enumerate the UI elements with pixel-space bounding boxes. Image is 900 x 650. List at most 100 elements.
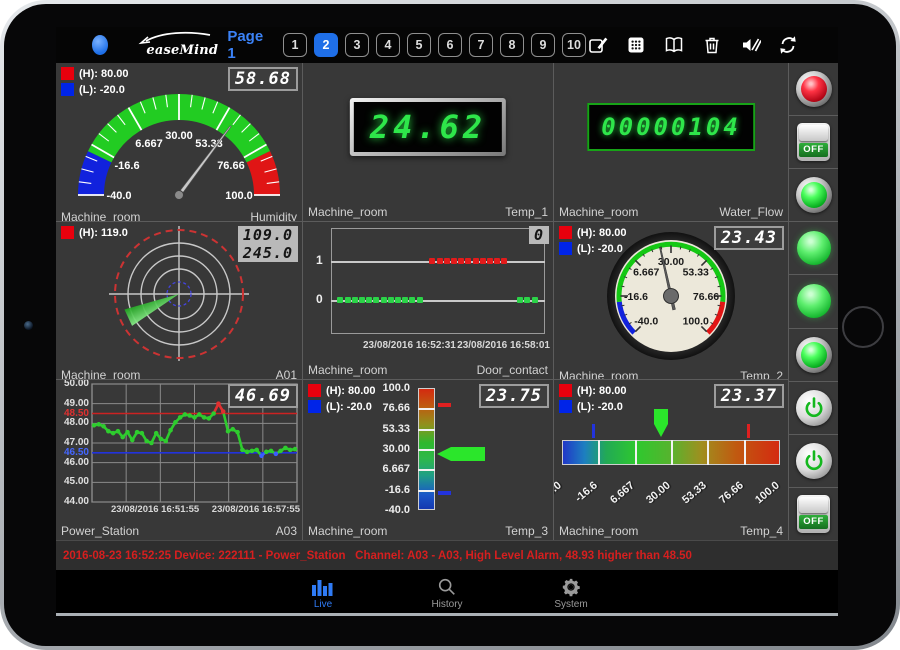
bottom-nav: Live History System bbox=[56, 570, 838, 616]
rocker-switch-off[interactable]: OFF bbox=[797, 495, 830, 533]
nav-tab-history[interactable]: History bbox=[415, 577, 479, 610]
indicator-cell-2[interactable]: OFF bbox=[789, 116, 838, 168]
panel-location: Machine_room bbox=[61, 210, 140, 221]
home-button[interactable] bbox=[842, 306, 884, 348]
page-label: Page 1 bbox=[227, 28, 267, 62]
svg-text:76.66: 76.66 bbox=[217, 160, 245, 172]
page-button-5[interactable]: 5 bbox=[407, 33, 431, 57]
power-button[interactable] bbox=[796, 443, 832, 479]
scale-separator bbox=[418, 449, 435, 451]
timestamp-end: 23/08/2016 16:57:55 bbox=[212, 504, 300, 515]
value-pointer bbox=[653, 408, 669, 443]
power-button[interactable] bbox=[796, 390, 832, 426]
indicator-cell-1 bbox=[789, 63, 838, 115]
page-button-6[interactable]: 6 bbox=[438, 33, 462, 57]
scale-separator bbox=[744, 440, 746, 465]
rocker-switch-off[interactable]: OFF bbox=[797, 123, 830, 161]
nav-label: Live bbox=[314, 599, 332, 610]
app-logo: easeMind bbox=[136, 31, 205, 59]
state-marker bbox=[524, 297, 530, 303]
svg-text:6.667: 6.667 bbox=[135, 138, 163, 150]
led-green-indicator bbox=[797, 284, 831, 318]
svg-text:100.0: 100.0 bbox=[225, 190, 253, 202]
page-button-7[interactable]: 7 bbox=[469, 33, 493, 57]
state-marker bbox=[366, 297, 372, 303]
temp1-lcd-display: 24.62 bbox=[350, 98, 506, 156]
temp4-legend: (H): 80.00 (L): -20.0 bbox=[559, 384, 627, 413]
panel-location: Machine_room bbox=[308, 524, 387, 538]
temp3-legend: (H): 80.00 (L): -20.0 bbox=[308, 384, 376, 413]
toolbar-icons bbox=[586, 33, 800, 57]
edit-icon[interactable] bbox=[586, 33, 610, 57]
scale-label: -16.6 bbox=[303, 484, 410, 496]
state-marker bbox=[409, 297, 415, 303]
keypad-icon[interactable] bbox=[624, 33, 648, 57]
y-axis-label: 44.00 bbox=[56, 496, 89, 507]
y-axis-label: 0 bbox=[316, 292, 323, 306]
y-axis-label: 45.00 bbox=[56, 476, 89, 487]
led-green-indicator bbox=[797, 231, 831, 265]
page-button-8[interactable]: 8 bbox=[500, 33, 524, 57]
scale-separator bbox=[418, 408, 435, 410]
page-button-10[interactable]: 10 bbox=[562, 33, 586, 57]
led-green-indicator bbox=[796, 337, 832, 373]
trash-icon[interactable] bbox=[700, 33, 724, 57]
low-limit-swatch bbox=[61, 83, 74, 96]
app-screen: easeMind Page 1 123456789 10 bbox=[56, 27, 838, 616]
scale-separator bbox=[418, 490, 435, 492]
led-red-indicator bbox=[796, 71, 832, 107]
indicator-column: OFF OFF bbox=[789, 63, 838, 540]
low-limit-label: (L): -20.0 bbox=[326, 401, 372, 413]
svg-text:-16.6: -16.6 bbox=[624, 291, 648, 303]
high-limit-swatch bbox=[559, 384, 572, 397]
panel-a01-radar: (H): 119.0 109.0 245.0 Machine_roomA01 bbox=[56, 222, 302, 379]
state-marker bbox=[487, 258, 493, 264]
svg-text:100.0: 100.0 bbox=[683, 316, 709, 328]
panel-channel: Temp_2 bbox=[740, 369, 783, 379]
page-button-1[interactable]: 1 bbox=[283, 33, 307, 57]
panel-temp1: 24.62 Machine_roomTemp_1 bbox=[303, 63, 553, 221]
indicator-cell-8[interactable] bbox=[789, 435, 838, 487]
state-marker bbox=[501, 258, 507, 264]
low-limit-marker bbox=[592, 424, 595, 438]
mute-icon[interactable] bbox=[738, 33, 762, 57]
toolbar: easeMind Page 1 123456789 10 bbox=[56, 27, 838, 63]
temp2-value-display: 23.43 bbox=[714, 226, 784, 250]
temp2-legend: (H): 80.00 (L): -20.0 bbox=[559, 226, 627, 255]
refresh-icon[interactable] bbox=[776, 33, 800, 57]
timestamp-start: 23/08/2016 16:51:55 bbox=[111, 504, 199, 515]
page-button-3[interactable]: 3 bbox=[345, 33, 369, 57]
state-marker bbox=[345, 297, 351, 303]
a01-legend: (H): 119.0 bbox=[61, 226, 128, 239]
dashboard-grid: (H): 80.00 (L): -20.0 58.68 -40.0-16.66.… bbox=[56, 63, 838, 540]
value-pointer bbox=[437, 446, 485, 467]
indicator-cell-9[interactable]: OFF bbox=[789, 488, 838, 540]
high-limit-label: (H): 80.00 bbox=[577, 385, 627, 397]
state-marker bbox=[444, 258, 450, 264]
gear-icon bbox=[560, 577, 582, 597]
state-marker bbox=[337, 297, 343, 303]
page-button-4[interactable]: 4 bbox=[376, 33, 400, 57]
tablet-bezel: easeMind Page 1 123456789 10 bbox=[4, 4, 896, 646]
state-marker bbox=[381, 297, 387, 303]
scale-separator bbox=[671, 440, 673, 465]
panel-a03-trend: 46.69 23/08/2016 16:51:55 23/08/2016 16:… bbox=[56, 380, 302, 540]
state-marker bbox=[494, 258, 500, 264]
a01-angle: 245.0 bbox=[243, 244, 293, 262]
alarm-bar[interactable]: 2016-08-23 16:52:25 Device: 222111 - Pow… bbox=[56, 540, 838, 570]
svg-text:6.667: 6.667 bbox=[633, 266, 659, 278]
state-marker bbox=[395, 297, 401, 303]
bookmarks-icon[interactable] bbox=[662, 33, 686, 57]
state-marker bbox=[532, 297, 538, 303]
scale-separator bbox=[635, 440, 637, 465]
tablet-device: easeMind Page 1 123456789 10 bbox=[0, 0, 900, 650]
panel-temp3: (H): 80.00 (L): -20.0 23.75 100.076.6653… bbox=[303, 380, 553, 540]
page-button-9[interactable]: 9 bbox=[531, 33, 555, 57]
page-button-2[interactable]: 2 bbox=[314, 33, 338, 57]
nav-tab-system[interactable]: System bbox=[539, 577, 603, 610]
scale-separator bbox=[418, 469, 435, 471]
panel-location: Machine_room bbox=[559, 369, 638, 379]
indicator-cell-7[interactable] bbox=[789, 382, 838, 434]
svg-text:-16.6: -16.6 bbox=[114, 160, 139, 172]
nav-tab-live[interactable]: Live bbox=[291, 577, 355, 610]
